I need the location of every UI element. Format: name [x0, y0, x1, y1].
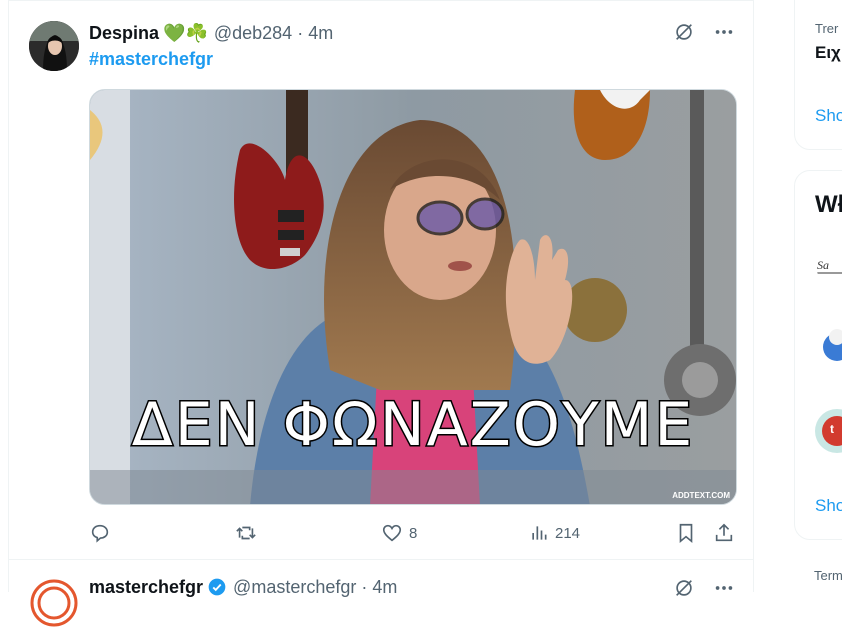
timestamp[interactable]: 4m	[308, 23, 333, 44]
views-count: 214	[555, 524, 581, 542]
tweet-top-actions	[671, 575, 737, 601]
like-count: 8	[409, 524, 418, 542]
who-to-follow-title: Wł	[815, 191, 842, 218]
timeline: Despina 💚☘️ @deb284 · 4m #masterchefgr Δ…	[8, 0, 754, 628]
tweet-header: masterchefgr @masterchefgr · 4m	[89, 575, 397, 599]
tweet-media-gif[interactable]: ΔΕΝ ΦΩΝΑΖΟΥΜΕ ADDTEXT.COM	[89, 89, 737, 505]
verified-icon	[207, 577, 227, 597]
svg-text:Sa: Sa	[817, 258, 829, 272]
name-emojis: 💚☘️	[163, 22, 208, 43]
suggested-account-avatar[interactable]	[815, 323, 842, 367]
share-icon	[713, 522, 735, 544]
grok-icon[interactable]	[671, 575, 697, 601]
views-icon	[529, 523, 549, 543]
tweet-header: Despina 💚☘️ @deb284 · 4m	[89, 21, 333, 45]
show-more-link[interactable]: Sho	[815, 496, 842, 516]
right-sidebar: Trer Ειχ Sho Wł Sa t Sho Term	[794, 0, 842, 592]
author-handle[interactable]: @masterchefgr	[233, 577, 356, 598]
separator-dot: ·	[297, 22, 304, 43]
svg-text:t: t	[830, 422, 834, 436]
gif-watermark: ADDTEXT.COM	[672, 491, 730, 500]
like-icon	[381, 522, 403, 544]
tweet-actions: 8 214	[89, 519, 737, 547]
bookmark-icon	[675, 522, 697, 544]
bookmark-button[interactable]	[675, 522, 697, 544]
who-to-follow-card: Wł Sa t Sho	[794, 170, 842, 540]
more-icon[interactable]	[711, 575, 737, 601]
reply-icon	[89, 522, 111, 544]
avatar[interactable]	[29, 21, 79, 71]
grok-icon[interactable]	[671, 19, 697, 45]
avatar[interactable]	[29, 578, 79, 628]
show-more-link[interactable]: Sho	[815, 106, 842, 126]
trend-meta: Trer	[815, 21, 839, 36]
suggested-account-avatar[interactable]: Sa	[815, 241, 842, 285]
gif-caption: ΔΕΝ ΦΩΝΑΖΟΥΜΕ	[130, 389, 695, 462]
trend-item[interactable]: Ειχ	[815, 43, 841, 63]
author-name[interactable]: masterchefgr	[89, 577, 203, 598]
hashtag-link[interactable]: #masterchefgr	[89, 49, 213, 70]
retweet-button[interactable]	[234, 522, 264, 544]
retweet-icon	[234, 522, 258, 544]
suggested-account-avatar[interactable]: t	[815, 409, 842, 453]
trends-card: Trer Ειχ Sho	[794, 0, 842, 150]
views-button[interactable]: 214	[529, 523, 580, 543]
author-name[interactable]: Despina	[89, 23, 159, 44]
share-button[interactable]	[713, 522, 735, 544]
like-button[interactable]: 8	[381, 522, 417, 544]
timestamp[interactable]: 4m	[372, 577, 397, 598]
reply-button[interactable]	[89, 522, 117, 544]
tweet[interactable]: Despina 💚☘️ @deb284 · 4m #masterchefgr Δ…	[9, 0, 753, 560]
terms-link[interactable]: Term	[814, 568, 842, 583]
author-handle[interactable]: @deb284	[214, 23, 292, 44]
more-icon[interactable]	[711, 19, 737, 45]
separator-dot: ·	[361, 576, 368, 597]
tweet[interactable]: masterchefgr @masterchefgr · 4m	[9, 559, 753, 628]
tweet-top-actions	[671, 19, 737, 45]
